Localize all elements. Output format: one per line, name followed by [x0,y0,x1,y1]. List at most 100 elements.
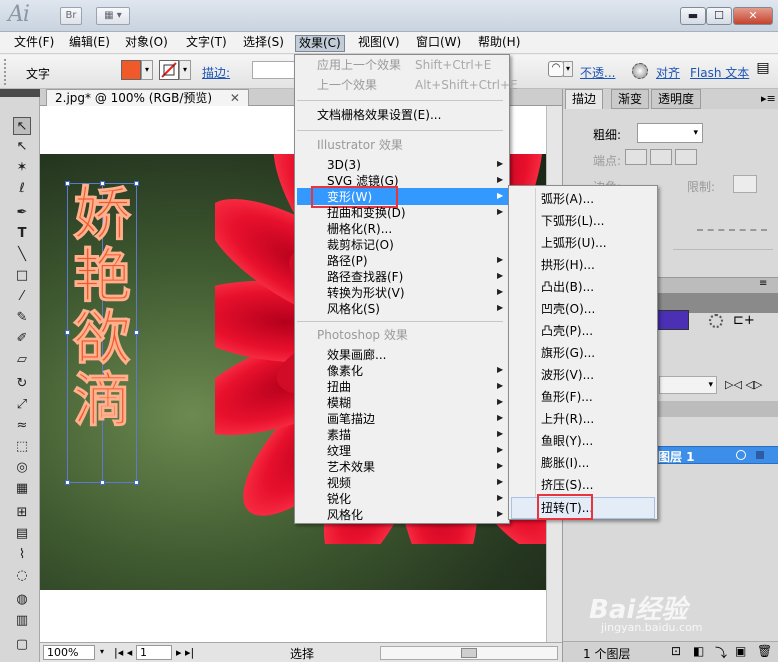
stroke-link[interactable]: 描边: [202,64,230,81]
close-button[interactable]: ✕ [733,7,773,25]
menu-help[interactable]: 帮助(H) [475,35,523,52]
tab-stroke[interactable]: 描边 [565,89,604,109]
warp-fisheye[interactable]: 鱼眼(Y)... [541,432,593,450]
pencil-icon[interactable]: ✎ [13,309,31,327]
close-tab-icon[interactable]: ✕ [230,91,240,105]
artboard-tool-icon[interactable]: ▢ [13,636,31,654]
lasso-icon[interactable]: ℓ [13,180,31,198]
maximize-button[interactable]: ☐ [706,7,732,25]
selection-handle[interactable] [65,480,70,485]
menu-item-blur[interactable]: 模糊 [327,395,351,411]
menu-file[interactable]: 文件(F) [11,35,57,52]
bridge-button[interactable]: Br [60,7,82,25]
brush-icon[interactable]: ◠ [548,61,564,77]
page-field[interactable]: 1 [136,645,172,660]
menu-item-path[interactable]: 路径(P) [327,253,368,269]
first-page-icon[interactable]: |◂ ◂ [114,646,132,659]
menu-item-apply-last[interactable]: 应用上一个效果 Shift+Ctrl+E [317,57,491,73]
blob-brush-icon[interactable]: ✐ [13,330,31,348]
warp-bulge[interactable]: 凸出(B)... [541,278,594,296]
magic-wand-icon[interactable]: ✶ [13,159,31,177]
zoom-field[interactable]: 100% [43,645,95,660]
warp-arc-upper[interactable]: 上弧形(U)... [541,234,607,252]
menu-object[interactable]: 对象(O) [122,35,171,52]
paintbrush-icon[interactable]: ⁄ [13,288,31,306]
warp-flag[interactable]: 旗形(G)... [541,344,595,362]
menu-item-3d[interactable]: 3D(3) [327,157,361,173]
tab-transparency[interactable]: 透明度 [651,89,702,109]
menu-item-crop-marks[interactable]: 裁剪标记(O) [327,237,394,253]
warp-fish[interactable]: 鱼形(F)... [541,388,593,406]
color-swatch[interactable] [655,310,689,330]
weight-dropdown[interactable]: ▾ [637,123,703,143]
menu-item-texture[interactable]: 纹理 [327,443,351,459]
menu-item-pathfinder[interactable]: 路径查找器(F) [327,269,403,285]
warp-arc[interactable]: 弧形(A)... [541,190,594,208]
menu-item-convert-shape[interactable]: 转换为形状(V) [327,285,405,301]
minimize-button[interactable]: ▬ [680,7,706,25]
next-page-icon[interactable]: ▸ ▸| [176,646,194,659]
menu-item-distort[interactable]: 扭曲 [327,379,351,395]
new-swatch-icon[interactable]: ⊏+ [733,313,755,328]
menu-type[interactable]: 文字(T) [183,35,230,52]
fill-swatch[interactable] [121,60,141,80]
menu-item-brush-strokes[interactable]: 画笔描边 [327,411,375,427]
warp-arc-lower[interactable]: 下弧形(L)... [541,212,605,230]
recolor-icon[interactable] [632,63,648,79]
type-tool-icon[interactable]: T [13,225,31,243]
menu-window[interactable]: 窗口(W) [413,35,464,52]
document-tab[interactable]: 2.jpg* @ 100% (RGB/预览) ✕ [46,89,249,106]
warp-arch[interactable]: 拱形(H)... [541,256,595,274]
vertical-text[interactable]: 娇 艳 欲 滴 [67,183,137,432]
menu-item-sharpen[interactable]: 锐化 [327,491,351,507]
align-link[interactable]: 对齐 [656,64,680,81]
spinner-icon[interactable] [709,314,723,328]
limit-input[interactable] [733,175,757,193]
menu-item-distort-transform[interactable]: 扭曲和变换(D) [327,205,406,221]
warp-shell-upper[interactable]: 凸壳(P)... [541,322,593,340]
stroke-dropdown-icon[interactable]: ▾ [179,60,191,80]
new-sublayer-icon[interactable]: ⤵ [715,644,727,661]
pen-tool-icon[interactable]: ✒ [13,204,31,222]
new-layer-icon[interactable]: ▣ [735,644,746,658]
warp-squeeze[interactable]: 挤压(S)... [541,476,593,494]
target-icon[interactable] [736,450,746,460]
projecting-cap-icon[interactable] [675,149,697,165]
warp-inflate[interactable]: 膨胀(I)... [541,454,589,472]
selection-tool-icon[interactable]: ↖ [13,117,31,135]
menu-item-stylize[interactable]: 风格化(S) [327,301,380,317]
panel-collapse-icon[interactable]: ≡ [759,278,767,289]
zoom-dropdown-icon[interactable]: ▾ [96,645,108,660]
warp-rise[interactable]: 上升(R)... [541,410,594,428]
menu-view[interactable]: 视图(V) [355,35,403,52]
panel-menu-icon[interactable]: ▤ [752,60,774,82]
warp-tool-icon[interactable]: ≈ [13,417,31,435]
arrange-documents-button[interactable]: ▦ ▾ [96,7,130,25]
menu-item-pixelate[interactable]: 像素化 [327,363,363,379]
horizontal-scrollbar[interactable] [380,646,558,660]
menu-item-effect-gallery[interactable]: 效果画廊... [327,347,386,363]
scroll-thumb[interactable] [461,648,477,658]
menu-item-stylize-ps[interactable]: 风格化 [327,507,363,523]
locate-object-icon[interactable]: ⊡ [671,644,681,658]
mesh-tool-icon[interactable]: ⊞ [13,504,31,522]
warp-shell-lower[interactable]: 凹壳(O)... [541,300,595,318]
selection-handle[interactable] [100,181,105,186]
eyedropper-icon[interactable]: ⌇ [13,546,31,564]
menu-item-rasterize[interactable]: 栅格化(R)... [327,221,392,237]
round-cap-icon[interactable] [650,149,672,165]
tab-gradient[interactable]: 渐变 [611,89,650,109]
menu-select[interactable]: 选择(S) [240,35,287,52]
stroke-swatch[interactable] [159,60,179,80]
blend-tool-icon[interactable]: ◌ [13,567,31,585]
gradient-tool-icon[interactable]: ▤ [13,525,31,543]
line-tool-icon[interactable]: ╲ [13,246,31,264]
menu-item-video[interactable]: 视频 [327,475,351,491]
make-clip-mask-icon[interactable]: ◧ [693,644,704,658]
opacity-link[interactable]: 不透... [580,64,615,81]
warp-wave[interactable]: 波形(V)... [541,366,594,384]
stroke-weight-input[interactable] [252,61,296,79]
fill-dropdown-icon[interactable]: ▾ [141,60,153,80]
selection-handle[interactable] [100,480,105,485]
symbol-sprayer-icon[interactable]: ◍ [13,591,31,609]
